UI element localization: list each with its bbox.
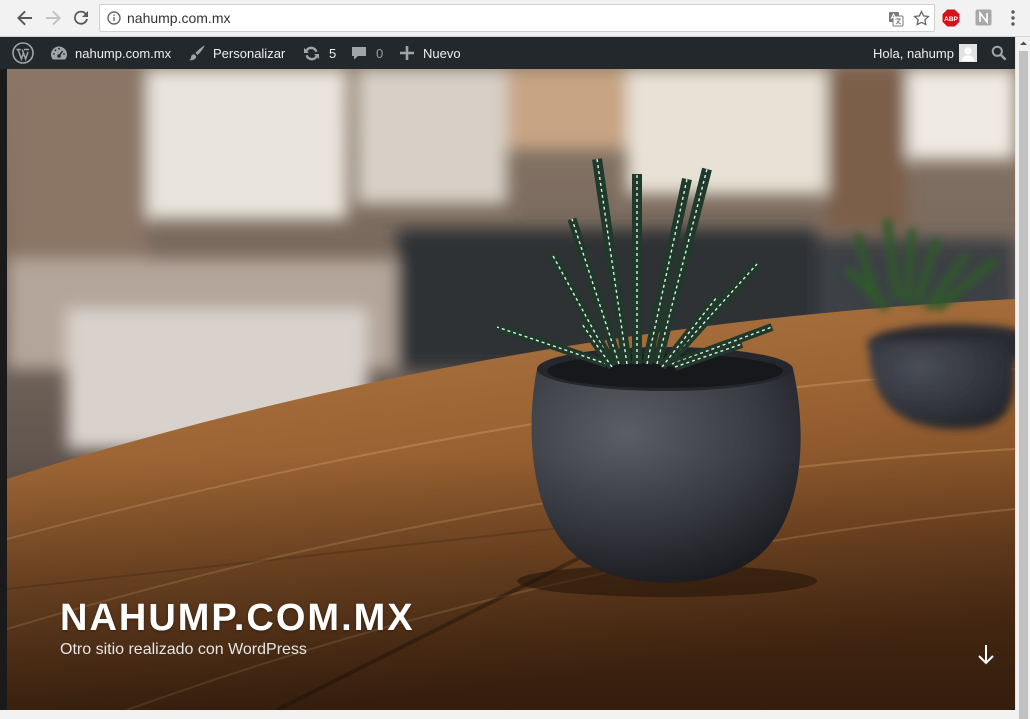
bookmark-star-icon[interactable] — [913, 10, 930, 27]
comments-count: 0 — [376, 45, 384, 61]
new-label: Nuevo — [423, 45, 461, 61]
forward-button[interactable] — [41, 6, 65, 30]
back-button[interactable] — [13, 6, 37, 30]
comment-icon — [352, 47, 366, 60]
admin-search-button[interactable] — [991, 37, 1007, 69]
wp-admin-bar: nahump.com.mx Personalizar 5 0 Nuevo Hol… — [0, 37, 1015, 69]
comments-link[interactable]: 0 — [351, 37, 383, 69]
dashboard-icon — [51, 46, 67, 60]
page-scrollbar[interactable] — [1015, 37, 1030, 719]
updates-count: 5 — [329, 45, 337, 61]
updates-icon — [304, 46, 319, 60]
custom-header-hero: NAHUMP.COM.MX Otro sitio realizado con W… — [7, 69, 1015, 710]
site-name-menu[interactable]: nahump.com.mx — [50, 37, 171, 69]
arrow-right-icon — [46, 10, 61, 26]
reload-button[interactable] — [69, 6, 93, 30]
customize-label: Personalizar — [213, 45, 286, 61]
translate-icon[interactable] — [888, 11, 904, 27]
avatar — [958, 44, 977, 62]
new-content-menu[interactable]: Nuevo — [400, 37, 461, 69]
page-left-edge — [0, 69, 7, 710]
site-title[interactable]: NAHUMP.COM.MX — [60, 597, 415, 640]
extension-icon[interactable] — [975, 9, 992, 26]
info-icon[interactable] — [107, 11, 121, 25]
browser-menu-icon[interactable] — [1005, 9, 1021, 27]
svg-text:ABP: ABP — [944, 16, 958, 23]
site-description: Otro sitio realizado con WordPress — [60, 641, 307, 658]
plus-icon — [400, 46, 414, 60]
wp-logo-menu[interactable] — [12, 37, 34, 69]
search-icon — [991, 45, 1007, 61]
arrow-left-icon — [17, 10, 32, 26]
scrollbar-thumb[interactable] — [1019, 51, 1028, 719]
my-account-menu[interactable]: Hola, nahump — [873, 37, 977, 69]
customize-link[interactable]: Personalizar — [188, 37, 285, 69]
scroll-up-icon[interactable] — [1016, 37, 1030, 50]
scroll-down-arrow-icon[interactable] — [975, 643, 997, 667]
address-bar[interactable]: nahump.com.mx — [99, 4, 935, 32]
adblock-plus-icon[interactable]: ABP — [942, 9, 960, 27]
url-text[interactable]: nahump.com.mx — [127, 10, 230, 26]
reload-icon — [74, 10, 88, 25]
greeting-label: Hola, nahump — [873, 45, 954, 61]
wordpress-logo-icon — [12, 42, 34, 64]
paintbrush-icon — [189, 45, 205, 61]
browser-toolbar: nahump.com.mx ABP — [0, 0, 1030, 37]
site-name-label: nahump.com.mx — [75, 45, 172, 61]
updates-link[interactable]: 5 — [302, 37, 336, 69]
